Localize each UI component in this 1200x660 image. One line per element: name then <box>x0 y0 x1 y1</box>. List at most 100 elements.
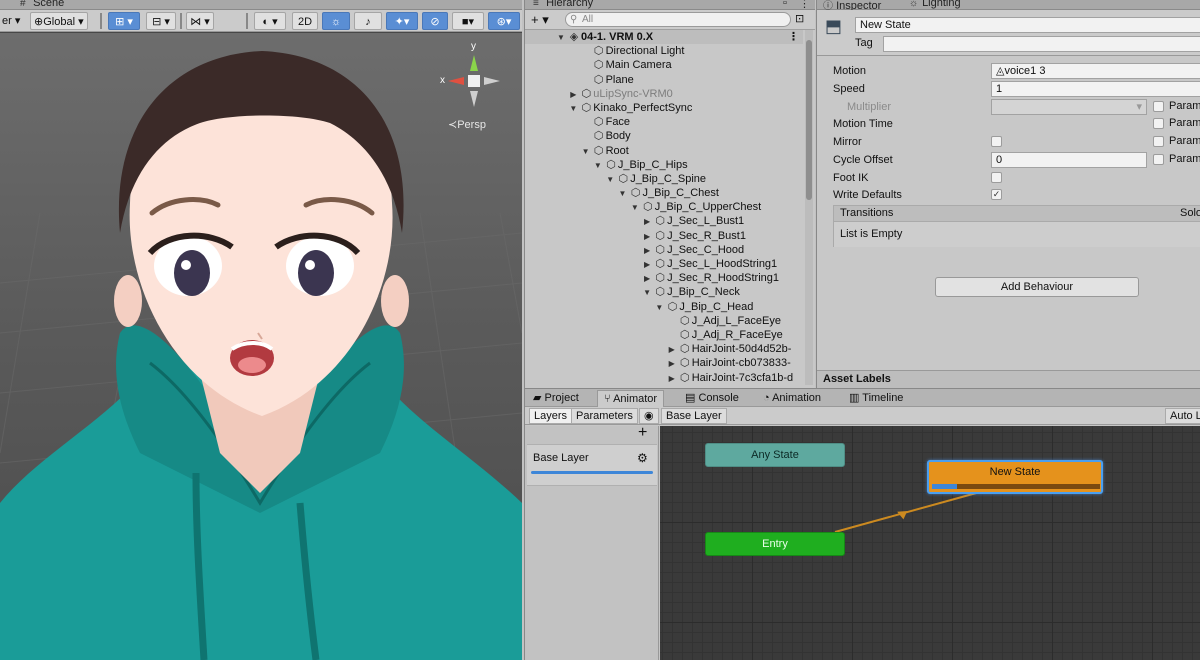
scroll-thumb[interactable] <box>806 40 812 200</box>
collapse-arrow-icon[interactable]: ▶ <box>641 272 653 286</box>
new-state-node[interactable]: New State <box>927 460 1103 494</box>
hierarchy-item[interactable]: ▼ ⬡ Root <box>525 144 803 158</box>
hierarchy-item[interactable]: ▼ ⬡ Kinako_PerfectSync <box>525 101 803 115</box>
tab-project[interactable]: ▰ Project <box>527 390 585 407</box>
hierarchy-item[interactable]: ⬡ Face <box>525 115 803 129</box>
audio-toggle-button[interactable]: ♪ <box>354 12 382 30</box>
effects-toggle-button[interactable]: ✦▾ <box>386 12 418 30</box>
camera-settings-button[interactable]: ■▾ <box>452 12 484 30</box>
motion-time-param-checkbox[interactable] <box>1153 118 1164 129</box>
collapse-arrow-icon[interactable]: ▶ <box>567 88 579 102</box>
state-machine-graph[interactable]: Any State Entry New State <box>660 426 1200 660</box>
asset-labels-header[interactable]: Asset Labels <box>817 370 1200 388</box>
hierarchy-item[interactable]: ▶ ⬡ J_Sec_C_Hood <box>525 243 803 257</box>
hierarchy-item[interactable]: ▼ ⬡ J_Bip_C_Spine <box>525 172 803 186</box>
speed-field[interactable]: 1 <box>991 81 1200 97</box>
hierarchy-item[interactable]: ▼ ⬡ J_Bip_C_Head <box>525 300 803 314</box>
expand-arrow-icon[interactable]: ▼ <box>653 301 665 315</box>
collapse-arrow-icon[interactable]: ▶ <box>641 258 653 272</box>
mirror-param-checkbox[interactable] <box>1153 136 1164 147</box>
write-defaults-checkbox[interactable]: ✓ <box>991 189 1002 200</box>
shading-mode-dropdown[interactable]: er ▾ <box>2 12 20 30</box>
scene-viewport[interactable]: y x ≺Persp <box>0 33 522 660</box>
expand-arrow-icon[interactable]: ▼ <box>641 286 653 300</box>
motion-field[interactable]: ◬voice1 3 <box>991 63 1200 79</box>
hierarchy-item[interactable]: ⬡ Directional Light <box>525 44 803 58</box>
hierarchy-item[interactable]: ▶ ⬡ J_Sec_R_Bust1 <box>525 229 803 243</box>
panel-menu-icon[interactable]: ⋮ <box>799 0 810 10</box>
layer-item-base[interactable]: Base Layer ⚙ <box>527 444 657 486</box>
gear-icon[interactable]: ⚙ <box>637 451 648 465</box>
expand-arrow-icon[interactable]: ▼ <box>555 31 567 45</box>
hierarchy-item[interactable]: ▶ ⬡ HairJoint-cb073833- <box>525 356 803 370</box>
multiplier-dropdown[interactable]: ▾ <box>991 99 1147 115</box>
create-dropdown[interactable]: + ▾ <box>531 12 549 28</box>
hierarchy-item[interactable]: ▶ ⬡ HairJoint-50d4d52b- <box>525 342 803 356</box>
collapse-arrow-icon[interactable]: ▶ <box>666 372 678 386</box>
scene-tab[interactable]: # Scene <box>20 0 64 9</box>
expand-arrow-icon[interactable]: ▼ <box>592 159 604 173</box>
hierarchy-item[interactable]: ▶ ⬡ uLipSync-VRM0 <box>525 87 803 101</box>
add-behaviour-button[interactable]: Add Behaviour <box>935 277 1139 297</box>
lighting-tab[interactable]: ☼ Lighting <box>909 0 961 9</box>
hierarchy-item[interactable]: ⬡ Plane <box>525 73 803 87</box>
hierarchy-item[interactable]: ▼ ⬡ J_Bip_C_Chest <box>525 186 803 200</box>
hidden-objects-button[interactable]: ⊘ <box>422 12 448 30</box>
lock-icon[interactable]: ▫ <box>783 0 787 9</box>
increment-snap-button[interactable]: ⊟ ▾ <box>146 12 176 30</box>
grid-snap-button[interactable]: ⊞ ▾ <box>108 12 140 30</box>
expand-arrow-icon[interactable]: ▼ <box>580 145 592 159</box>
hierarchy-item[interactable]: ▼ ⬡ J_Bip_C_Hips <box>525 158 803 172</box>
collapse-arrow-icon[interactable]: ▶ <box>641 244 653 258</box>
lighting-toggle-button[interactable]: ☼ <box>322 12 350 30</box>
pivot-rotation-dropdown[interactable]: ⊕Global ▾ <box>30 12 88 30</box>
any-state-node[interactable]: Any State <box>705 443 845 467</box>
hierarchy-item[interactable]: ▼ ⬡ J_Bip_C_Neck <box>525 285 803 299</box>
foot-ik-checkbox[interactable] <box>991 172 1002 183</box>
expand-arrow-icon[interactable]: ▼ <box>604 173 616 187</box>
tab-animation[interactable]: ◔ Animation <box>757 390 827 407</box>
hierarchy-scrollbar[interactable] <box>805 30 813 385</box>
expand-arrow-icon[interactable]: ▼ <box>567 102 579 116</box>
hierarchy-item[interactable]: ⬡ J_Adj_L_FaceEye <box>525 314 803 328</box>
hierarchy-item[interactable]: ▼ ◈ 04-1. VRM 0.X ⋮ <box>525 30 803 45</box>
breadcrumb[interactable]: Base Layer <box>661 408 727 424</box>
hierarchy-item[interactable]: ▶ ⬡ J_Sec_L_HoodString1 <box>525 257 803 271</box>
cycle-offset-field[interactable]: 0 <box>991 152 1147 168</box>
scene-menu-icon[interactable]: ⋮ <box>788 30 799 44</box>
collapse-arrow-icon[interactable]: ▶ <box>666 343 678 357</box>
expand-arrow-icon[interactable]: ▼ <box>629 201 641 215</box>
cycle-offset-param-checkbox[interactable] <box>1153 154 1164 165</box>
toggle-2d-button[interactable]: 2D <box>292 12 318 30</box>
tab-timeline[interactable]: ▥ Timeline <box>843 390 909 407</box>
collapse-arrow-icon[interactable]: ▶ <box>641 230 653 244</box>
rendering-debugger-button[interactable]: ⋈ ▾ <box>186 12 214 30</box>
hierarchy-item[interactable]: ⬡ Body <box>525 129 803 143</box>
search-options-icon[interactable]: ⊡ <box>795 12 804 25</box>
hierarchy-tab[interactable]: ≡ Hierarchy <box>533 0 593 9</box>
multiplier-param-checkbox[interactable] <box>1153 101 1164 112</box>
draw-mode-button[interactable]: ◐ ▾ <box>254 12 286 30</box>
expand-arrow-icon[interactable]: ▼ <box>617 187 629 201</box>
layers-toggle-button[interactable]: Layers <box>529 408 573 424</box>
hierarchy-item[interactable]: ▶ ⬡ HairJoint-7c3cfa1b-d <box>525 371 803 385</box>
state-name-field[interactable]: New State <box>855 17 1200 33</box>
hierarchy-search-input[interactable]: ⚲ All <box>565 12 791 27</box>
entry-node[interactable]: Entry <box>705 532 845 556</box>
gizmos-toggle-button[interactable]: ⊛▾ <box>488 12 520 30</box>
tab-animator[interactable]: ⑂ Animator <box>597 390 665 407</box>
parameters-toggle-button[interactable]: Parameters <box>571 408 638 424</box>
tab-console[interactable]: ▤ Console <box>679 390 745 407</box>
hierarchy-item[interactable]: ▼ ⬡ J_Bip_C_UpperChest <box>525 200 803 214</box>
visibility-toggle-button[interactable]: ◉ <box>639 408 659 424</box>
hierarchy-item[interactable]: ▶ ⬡ J_Sec_R_HoodString1 <box>525 271 803 285</box>
projection-label[interactable]: ≺Persp <box>448 118 486 131</box>
auto-live-link-button[interactable]: Auto L <box>1165 408 1200 424</box>
hierarchy-item[interactable]: ⬡ Main Camera <box>525 58 803 72</box>
add-layer-button[interactable]: + <box>638 424 647 442</box>
hierarchy-item[interactable]: ▶ ⬡ J_Sec_L_Bust1 <box>525 214 803 228</box>
tag-field[interactable] <box>883 36 1200 52</box>
mirror-checkbox[interactable] <box>991 136 1002 147</box>
collapse-arrow-icon[interactable]: ▶ <box>666 357 678 371</box>
hierarchy-item[interactable]: ⬡ J_Adj_R_FaceEye <box>525 328 803 342</box>
